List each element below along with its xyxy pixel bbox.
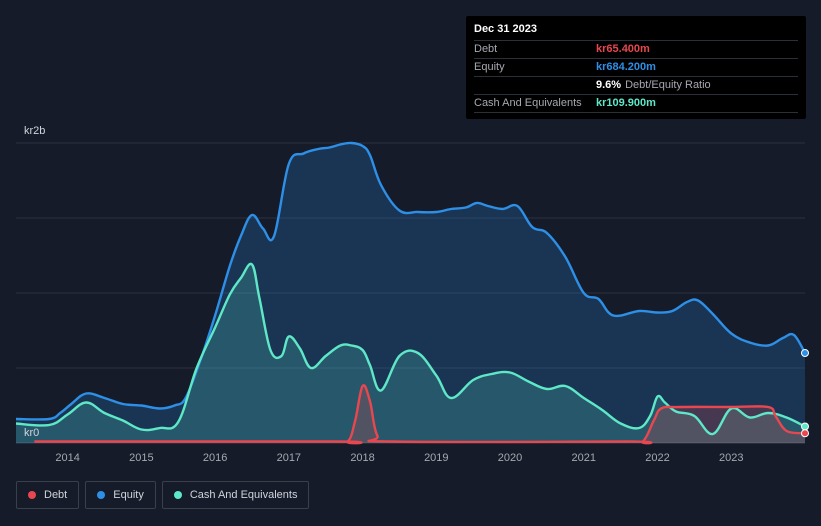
legend-item-debt[interactable]: Debt (16, 481, 80, 509)
legend-dot-debt (28, 491, 36, 499)
x-tick-label: 2018 (350, 452, 374, 464)
legend-label-cash: Cash And Equivalents (189, 489, 298, 501)
tooltip-row-cash: Cash And Equivalents kr109.900m (474, 94, 798, 113)
x-tick-label: 2015 (129, 452, 153, 464)
legend-label-equity: Equity (113, 489, 144, 501)
tooltip-cash-label: Cash And Equivalents (474, 97, 582, 109)
tooltip-equity-value: kr684.200m (596, 61, 656, 73)
legend-dot-cash (173, 491, 182, 499)
tooltip-ratio-value: 9.6% (596, 79, 622, 91)
x-tick-label: 2016 (203, 452, 227, 464)
x-tick-label: 2019 (424, 452, 448, 464)
endpoint-debt (801, 429, 809, 438)
legend-item-cash[interactable]: Cash And Equivalents (161, 481, 310, 509)
x-tick-label: 2020 (498, 452, 522, 464)
tooltip: Dec 31 2023 Debt kr65.400m Equity kr684.… (466, 16, 806, 119)
legend-label-debt: Debt (44, 489, 68, 501)
endpoint-equity (801, 349, 809, 357)
tooltip-ratio-label: Debt/Equity Ratio (625, 79, 711, 91)
tooltip-row-ratio: 9.6% Debt/Equity Ratio (474, 76, 798, 94)
legend-dot-equity (97, 491, 106, 499)
y-tick-label: kr2b (24, 125, 45, 137)
tooltip-cash-value: kr109.900m (596, 97, 656, 109)
endpoint-cash (801, 422, 809, 431)
x-tick-label: 2021 (572, 452, 596, 464)
tooltip-date: Dec 31 2023 (474, 23, 537, 35)
tooltip-row-equity: Equity kr684.200m (474, 58, 798, 76)
y-tick-label: kr0 (24, 427, 39, 439)
x-tick-label: 2023 (719, 452, 743, 464)
tooltip-debt-label: Debt (474, 43, 498, 55)
x-tick-label: 2017 (277, 452, 301, 464)
tooltip-row-debt: Debt kr65.400m (474, 40, 798, 58)
legend: Debt Equity Cash And Equivalents (16, 481, 310, 509)
tooltip-debt-value: kr65.400m (596, 43, 650, 55)
x-tick-label: 2022 (645, 452, 669, 464)
tooltip-equity-label: Equity (474, 61, 505, 73)
x-tick-label: 2014 (55, 452, 79, 464)
legend-item-equity[interactable]: Equity (85, 481, 156, 509)
